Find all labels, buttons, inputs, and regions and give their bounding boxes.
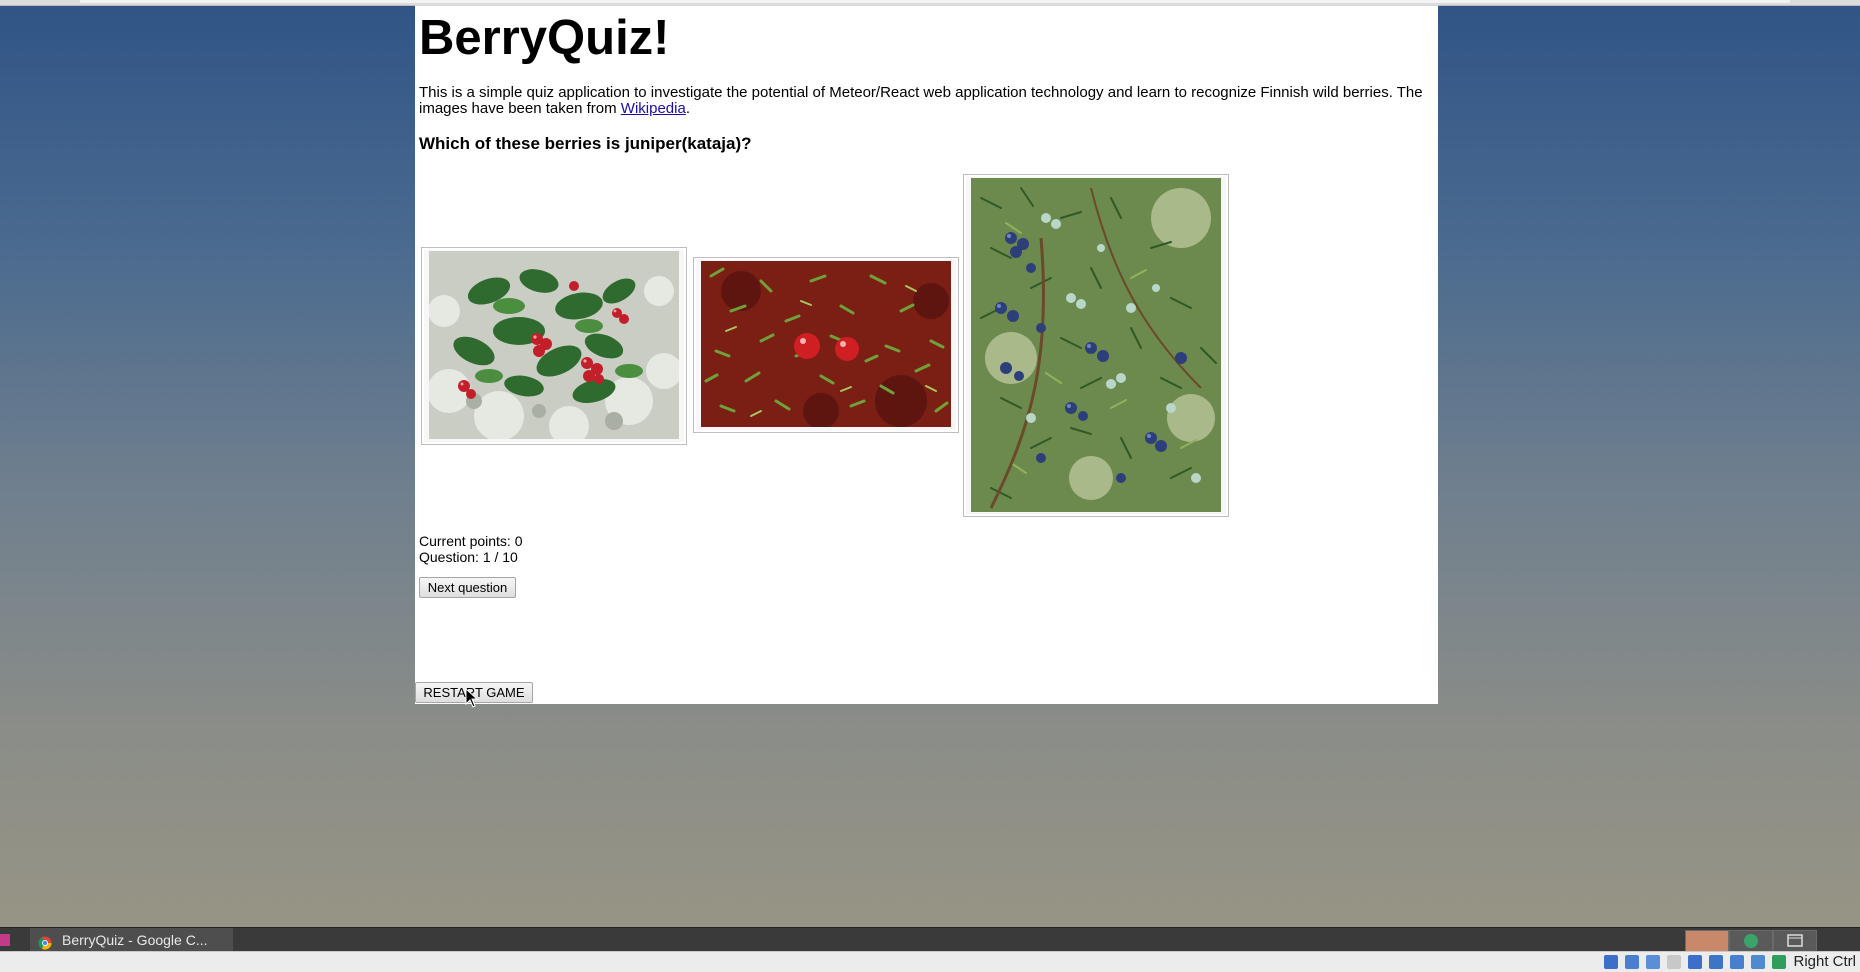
host-key-label: Right Ctrl bbox=[1793, 953, 1856, 970]
score-panel: Current points: 0 Question: 1 / 10 bbox=[419, 533, 523, 565]
taskbar-window-berryquiz[interactable]: BerryQuiz - Google C... bbox=[30, 928, 233, 952]
answer-option-lingonberry[interactable] bbox=[421, 247, 687, 445]
page-content: BerryQuiz! This is a simple quiz applica… bbox=[415, 5, 1438, 704]
mouse-cursor-icon bbox=[465, 687, 479, 714]
status-optical-icon[interactable] bbox=[1625, 955, 1639, 969]
tray-globe-icon[interactable] bbox=[1729, 930, 1773, 952]
cranberry-image bbox=[701, 261, 951, 427]
tray-terminal-icon[interactable] bbox=[1773, 930, 1817, 952]
juniper-image bbox=[971, 178, 1221, 512]
status-cpu-icon[interactable] bbox=[1772, 955, 1786, 969]
status-display-icon[interactable] bbox=[1688, 955, 1702, 969]
status-disk-icon[interactable] bbox=[1604, 955, 1618, 969]
answer-option-cranberry[interactable] bbox=[693, 257, 959, 433]
status-pen-icon[interactable] bbox=[1646, 955, 1660, 969]
taskbar: BerryQuiz - Google C... bbox=[0, 927, 1860, 952]
wikipedia-link[interactable]: Wikipedia bbox=[621, 100, 686, 117]
status-record-icon[interactable] bbox=[1751, 955, 1765, 969]
status-network-icon[interactable] bbox=[1709, 955, 1723, 969]
status-usb-icon[interactable] bbox=[1730, 955, 1744, 969]
menu-icon[interactable] bbox=[0, 934, 10, 946]
tray-chrome-icon[interactable] bbox=[1685, 930, 1729, 952]
current-points: Current points: 0 bbox=[419, 533, 523, 549]
description-end: . bbox=[685, 100, 690, 117]
status-folder-icon[interactable] bbox=[1667, 955, 1681, 969]
next-question-button[interactable]: Next question bbox=[419, 577, 516, 598]
page-title: BerryQuiz! bbox=[419, 11, 670, 65]
lingonberry-image bbox=[429, 251, 679, 439]
question-counter: Question: 1 / 10 bbox=[419, 549, 518, 565]
app-description: This is a simple quiz application to inv… bbox=[419, 85, 1429, 117]
taskbar-window-title: BerryQuiz - Google C... bbox=[62, 932, 208, 948]
description-text: This is a simple quiz application to inv… bbox=[419, 84, 1423, 117]
vm-status-bar: Right Ctrl bbox=[0, 951, 1860, 972]
quiz-question: Which of these berries is juniper(kataja… bbox=[419, 134, 752, 153]
answer-option-juniper[interactable] bbox=[963, 174, 1229, 517]
